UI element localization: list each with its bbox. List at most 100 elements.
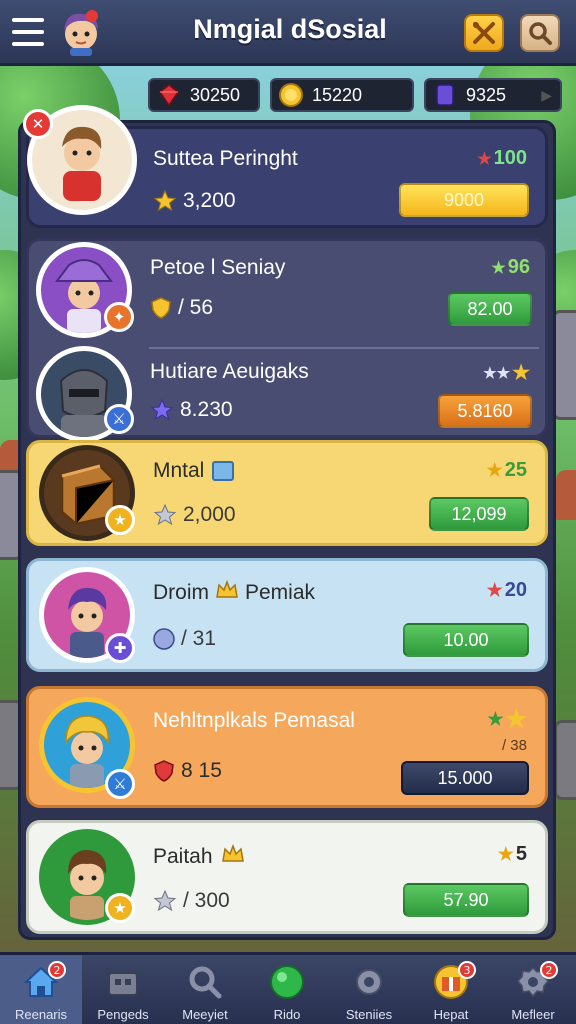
nav-label: Meeyiet bbox=[182, 1007, 228, 1022]
player-name: Paitah bbox=[153, 843, 245, 871]
currency-gold: 15220 bbox=[270, 78, 414, 112]
gold-star-icon: ★ bbox=[486, 460, 503, 480]
player-name: Suttea Peringht bbox=[153, 147, 298, 170]
crown-icon bbox=[215, 579, 239, 607]
leaderboard-card[interactable]: ⚔ Nehltnplkals Pemasal 8 15 ★ ★ / 38 15.0… bbox=[26, 686, 548, 808]
player-score: 2,000 bbox=[153, 503, 236, 527]
nav-label: Mefleer bbox=[511, 1007, 555, 1022]
blue-shield-icon bbox=[153, 627, 175, 651]
sword-badge-icon: ✦ bbox=[104, 302, 134, 332]
nav-item-home[interactable]: 2 Reenaris bbox=[0, 955, 82, 1024]
player-name: Droim Pemiak bbox=[153, 579, 315, 607]
leaderboard-card[interactable]: ✦ Petoe l Seniay / 56 ★ 96 82.00 bbox=[26, 238, 548, 342]
blue-chest-icon bbox=[212, 461, 235, 481]
leaderboard-card[interactable]: ★ Paitah / 300 ★ 5 57.90 bbox=[26, 820, 548, 934]
nav-item-shop[interactable]: Pengeds bbox=[82, 955, 164, 1024]
notification-badge: 2 bbox=[48, 961, 66, 979]
nav-item-rido[interactable]: Rido bbox=[246, 955, 328, 1024]
player-name: Mntal bbox=[153, 459, 235, 483]
nav-item-gift[interactable]: 3 Hepat bbox=[410, 955, 492, 1024]
top-bar: Nmgial dSosial bbox=[0, 0, 576, 66]
nav-label: Reenaris bbox=[14, 1007, 68, 1022]
ruby-gem-icon bbox=[156, 82, 182, 108]
player-name: Petoe l Seniay bbox=[150, 256, 286, 279]
leaderboard-card[interactable]: ⚔ Hutiare Aeuigaks 8.230 ★★ ★ 5.8160 bbox=[26, 342, 548, 442]
close-badge-icon[interactable]: ✕ bbox=[23, 109, 53, 139]
currency-gold-value: 15220 bbox=[312, 84, 363, 105]
search-icon bbox=[185, 963, 225, 1001]
reward-button[interactable]: 15.000 bbox=[401, 761, 529, 795]
silver-star-icon bbox=[153, 503, 177, 527]
player-score: / 300 bbox=[153, 889, 230, 913]
sword-badge-icon: ⚔ bbox=[105, 769, 135, 799]
gold-coin-icon bbox=[278, 82, 304, 108]
notification-badge: 3 bbox=[458, 961, 476, 979]
purple-gem-icon bbox=[432, 82, 458, 108]
shop-icon bbox=[103, 963, 143, 1001]
silver-star-icon bbox=[153, 889, 177, 913]
notification-badge: 2 bbox=[540, 961, 558, 979]
shield-badge-icon: ✚ bbox=[105, 633, 135, 663]
nav-label: Hepat bbox=[433, 1007, 469, 1022]
red-shield-icon bbox=[153, 759, 175, 783]
player-rank: ★ 20 bbox=[486, 579, 527, 601]
green-orb-icon bbox=[267, 963, 307, 1001]
reward-button[interactable]: 5.8160 bbox=[438, 394, 532, 428]
search-icon bbox=[529, 22, 552, 45]
tools-button[interactable] bbox=[464, 14, 504, 52]
leaderboard-card[interactable]: ✚ Droim Pemiak / 31 ★ 20 10.00 bbox=[26, 558, 548, 672]
rock-decoration bbox=[554, 720, 576, 800]
play-arrow-icon[interactable]: ▶ bbox=[541, 87, 552, 104]
crown-icon bbox=[221, 843, 245, 871]
nav-label: Steniies bbox=[345, 1007, 393, 1022]
green-star-icon: ★ bbox=[491, 259, 506, 277]
red-star-icon: ★ bbox=[477, 150, 492, 168]
house-roof bbox=[556, 470, 576, 520]
gold-star-icon: ★ bbox=[497, 844, 514, 864]
reward-button[interactable]: 12,099 bbox=[429, 497, 529, 531]
bottom-nav: 2 Reenaris Pengeds Meeyiet Rido Steniies… bbox=[0, 952, 576, 1024]
player-rank: ★ 100 bbox=[477, 147, 527, 169]
purple-star-icon bbox=[150, 398, 174, 422]
nav-item-stories[interactable]: Steniies bbox=[328, 955, 410, 1024]
currency-ruby: 30250 bbox=[148, 78, 260, 112]
reward-button[interactable]: 82.00 bbox=[448, 292, 532, 326]
player-name: Hutiare Aeuigaks bbox=[150, 360, 309, 383]
currency-purple-gem: 9325 ▶ bbox=[424, 78, 562, 112]
player-score: / 31 bbox=[153, 627, 216, 651]
star-icon bbox=[153, 189, 177, 213]
gear-icon bbox=[349, 963, 389, 1001]
reward-button[interactable]: 9000 bbox=[399, 183, 529, 217]
nav-item-search[interactable]: Meeyiet bbox=[164, 955, 246, 1024]
gold-shield-icon bbox=[150, 296, 172, 320]
nav-label: Pengeds bbox=[97, 1007, 149, 1022]
player-rank: / 38 bbox=[501, 737, 527, 754]
player-rank: ★ 25 bbox=[486, 459, 527, 481]
hamburger-menu-icon[interactable] bbox=[12, 18, 44, 46]
player-score: 8 15 bbox=[153, 759, 222, 783]
player-rank: ★ 5 bbox=[497, 843, 527, 865]
crossed-tools-icon bbox=[473, 22, 495, 44]
player-avatar[interactable] bbox=[58, 8, 104, 56]
green-gold-stars-icon: ★ ★ bbox=[487, 706, 527, 733]
reward-button[interactable]: 10.00 bbox=[403, 623, 529, 657]
reward-button[interactable]: 57.90 bbox=[403, 883, 529, 917]
player-score: 3,200 bbox=[153, 189, 236, 213]
star-badge-icon: ★ bbox=[105, 893, 135, 923]
player-score: 8.230 bbox=[150, 398, 233, 422]
player-rank: ★ 96 bbox=[491, 256, 530, 278]
currency-ruby-value: 30250 bbox=[190, 84, 241, 105]
three-stars-icon: ★★ ★ bbox=[483, 362, 530, 384]
player-score: / 56 bbox=[150, 296, 213, 320]
leaderboard-card[interactable]: ★ Mntal 2,000 ★ 25 12,099 bbox=[26, 440, 548, 546]
red-star-icon: ★ bbox=[486, 580, 503, 600]
sword-badge-icon: ⚔ bbox=[104, 404, 134, 434]
app-title: Nmgial dSosial bbox=[193, 14, 387, 44]
leaderboard-card[interactable]: ✕ Suttea Peringht 3,200 ★ 100 9000 bbox=[23, 105, 548, 228]
star-badge-icon: ★ bbox=[105, 505, 135, 535]
nav-label: Rido bbox=[273, 1007, 301, 1022]
nav-item-settings[interactable]: 2 Mefleer bbox=[492, 955, 574, 1024]
search-button[interactable] bbox=[520, 14, 560, 52]
currency-purple-value: 9325 bbox=[466, 84, 507, 105]
player-name: Nehltnplkals Pemasal bbox=[153, 709, 355, 732]
